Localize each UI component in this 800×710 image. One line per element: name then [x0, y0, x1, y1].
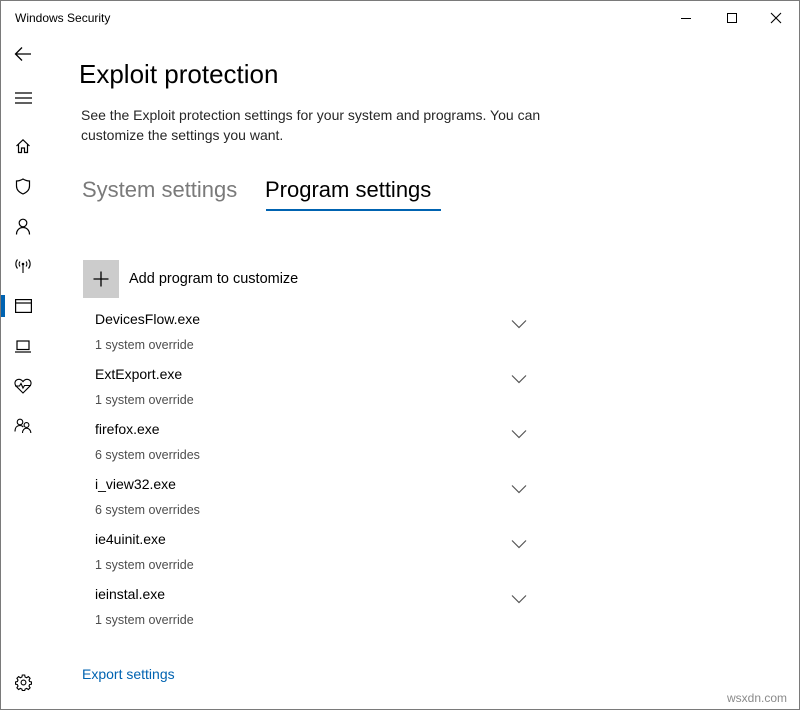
program-overrides: 1 system override	[95, 338, 194, 352]
program-name: ExtExport.exe	[95, 366, 183, 382]
title-bar: Windows Security	[1, 1, 799, 35]
nav-device-performance-health[interactable]	[1, 369, 45, 403]
page-title: Exploit protection	[79, 59, 279, 89]
minimize-icon	[681, 18, 691, 19]
chevron-down-icon[interactable]	[511, 429, 527, 439]
export-settings-link[interactable]: Export settings	[82, 666, 175, 682]
navigation-rail	[1, 35, 45, 709]
home-icon	[16, 138, 30, 154]
heart-pulse-icon	[14, 378, 32, 394]
windows-security-window: Windows Security Exploit protection See …	[0, 0, 800, 710]
program-overrides: 1 system override	[95, 613, 194, 627]
nav-account-protection[interactable]	[1, 209, 45, 243]
selected-tab-underline	[266, 209, 441, 211]
add-program-button[interactable]: Add program to customize	[83, 260, 298, 298]
program-overrides: 1 system override	[95, 558, 194, 572]
window-title: Windows Security	[15, 11, 111, 25]
program-item[interactable]: ie4uinit.exe 1 system override	[89, 531, 529, 586]
program-name: firefox.exe	[95, 421, 160, 437]
maximize-button[interactable]	[709, 1, 755, 35]
close-button[interactable]	[753, 1, 799, 35]
plus-icon	[93, 271, 109, 287]
nav-family-options[interactable]	[1, 409, 45, 443]
family-icon	[14, 418, 32, 434]
shield-icon	[15, 177, 31, 195]
nav-virus-protection[interactable]	[1, 169, 45, 203]
chevron-down-icon[interactable]	[511, 319, 527, 329]
nav-device-security[interactable]	[1, 329, 45, 363]
back-button[interactable]	[1, 37, 45, 71]
program-item[interactable]: firefox.exe 6 system overrides	[89, 421, 529, 476]
nav-home[interactable]	[1, 129, 45, 163]
minimize-button[interactable]	[663, 1, 709, 35]
tab-program-settings[interactable]: Program settings	[265, 177, 431, 203]
laptop-icon	[15, 339, 31, 353]
back-arrow-icon	[14, 47, 31, 61]
chevron-down-icon[interactable]	[511, 594, 527, 604]
menu-button[interactable]	[1, 81, 45, 115]
nav-settings[interactable]	[1, 665, 45, 699]
program-item[interactable]: ExtExport.exe 1 system override	[89, 366, 529, 421]
app-browser-icon	[14, 299, 32, 313]
close-icon	[770, 12, 782, 24]
gear-icon	[14, 673, 32, 691]
program-name: i_view32.exe	[95, 476, 176, 492]
program-name: ie4uinit.exe	[95, 531, 166, 547]
program-item[interactable]: DevicesFlow.exe 1 system override	[89, 311, 529, 366]
add-program-icon-box	[83, 260, 119, 298]
program-name: ieinstal.exe	[95, 586, 166, 602]
program-item[interactable]: i_view32.exe 6 system overrides	[89, 476, 529, 531]
program-overrides: 6 system overrides	[95, 448, 200, 462]
chevron-down-icon[interactable]	[511, 374, 527, 384]
maximize-icon	[727, 13, 737, 23]
page-description: See the Exploit protection settings for …	[81, 107, 541, 143]
wireless-antenna-icon	[15, 259, 31, 273]
nav-app-browser-control[interactable]	[1, 289, 45, 323]
person-icon	[15, 218, 31, 235]
hamburger-menu-icon	[14, 92, 32, 104]
program-overrides: 1 system override	[95, 393, 194, 407]
tab-system-settings[interactable]: System settings	[82, 177, 237, 203]
program-item[interactable]: ieinstal.exe 1 system override	[89, 586, 529, 641]
nav-firewall-network[interactable]	[1, 249, 45, 283]
program-overrides: 6 system overrides	[95, 503, 200, 517]
watermark: wsxdn.com	[727, 691, 788, 705]
add-program-label: Add program to customize	[129, 271, 299, 287]
program-name: DevicesFlow.exe	[95, 311, 201, 327]
active-indicator	[1, 295, 5, 317]
chevron-down-icon[interactable]	[511, 539, 527, 549]
chevron-down-icon[interactable]	[511, 484, 527, 494]
